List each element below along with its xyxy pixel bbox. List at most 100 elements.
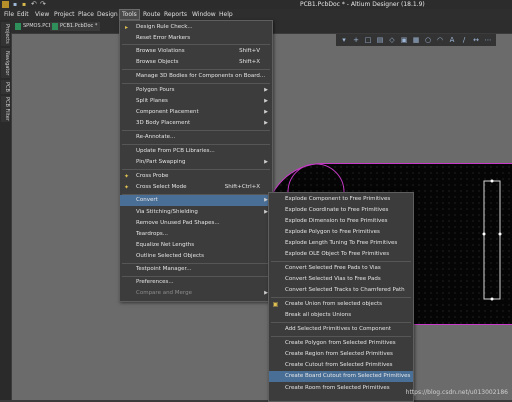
- menu-item-equalize-net-lengths[interactable]: Equalize Net Lengths: [120, 240, 272, 251]
- menu-item-via-stitching-shielding[interactable]: Via Stitching/Shielding ▶: [120, 207, 272, 218]
- active-bar-toolbar: ▾ + □ ▤ ◇ ▣ ▦ ○ ◠ A / ↔ ⋯: [336, 34, 496, 46]
- menu-file[interactable]: File: [2, 10, 16, 19]
- submenu-item-explode-polygon[interactable]: Explode Polygon to Free Primitives: [269, 227, 413, 238]
- menu-item-update-from-pcb-libraries[interactable]: Update From PCB Libraries...: [120, 146, 272, 157]
- menu-separator: [271, 336, 411, 337]
- dimension-icon[interactable]: ↔: [472, 36, 480, 44]
- menu-item-cross-probe[interactable]: ✦ Cross Probe: [120, 171, 272, 182]
- menu-item-re-annotate[interactable]: Re-Annotate...: [120, 132, 272, 143]
- pcb-file-icon: [15, 23, 21, 30]
- submenu-item-pads-to-vias[interactable]: Convert Selected Free Pads to Vias: [269, 263, 413, 274]
- menu-window[interactable]: Window: [190, 10, 218, 19]
- submenu-arrow-icon: ▶: [264, 159, 268, 165]
- open-icon[interactable]: ▪: [22, 1, 26, 8]
- submenu-arrow-icon: ▶: [264, 109, 268, 115]
- redo-icon[interactable]: ↷: [40, 0, 46, 8]
- menu-item-reset-error-markers[interactable]: Reset Error Markers: [120, 33, 272, 44]
- menu-separator: [122, 69, 270, 70]
- menu-item-testpoint-manager[interactable]: Testpoint Manager...: [120, 264, 272, 275]
- menu-separator: [271, 297, 411, 298]
- submenu-item-create-board-cutout[interactable]: Create Board Cutout from Selected Primit…: [269, 371, 413, 382]
- more-icon[interactable]: ⋯: [484, 36, 492, 44]
- select-icon[interactable]: □: [364, 36, 372, 44]
- menu-item-cross-select-mode[interactable]: ✦ Cross Select Mode Shift+Ctrl+X: [120, 182, 272, 193]
- menu-help[interactable]: Help: [217, 10, 235, 19]
- rule-check-icon: ▸: [124, 24, 128, 31]
- title-bar: ▪ ▪ ↶ ↷ PCB1.PcbDoc * - Altium Designer …: [0, 0, 512, 9]
- pour-icon[interactable]: ▦: [412, 36, 420, 44]
- filter-icon[interactable]: ▾: [340, 36, 348, 44]
- menu-separator: [271, 322, 411, 323]
- menu-item-compare-and-merge[interactable]: Compare and Merge ▶: [120, 288, 272, 299]
- submenu-item-create-region[interactable]: Create Region from Selected Primitives: [269, 349, 413, 360]
- tab-label: SPMOS.PCB: [23, 23, 53, 29]
- panel-tab-projects[interactable]: Projects: [1, 22, 10, 46]
- cross-probe-icon: ✦: [123, 173, 130, 180]
- left-panel: Projects Navigator PCB PCB Filter: [0, 20, 11, 400]
- menu-edit[interactable]: Edit: [15, 10, 31, 19]
- submenu-arrow-icon: ▶: [264, 87, 268, 93]
- submenu-item-tracks-to-chamfered-path[interactable]: Convert Selected Tracks to Chamfered Pat…: [269, 285, 413, 296]
- submenu-item-explode-ole-object[interactable]: Explode OLE Object To Free Primitives: [269, 249, 413, 260]
- submenu-item-add-primitives-to-component[interactable]: Add Selected Primitives to Component: [269, 324, 413, 335]
- text-icon[interactable]: A: [448, 36, 456, 44]
- align-icon[interactable]: ▤: [376, 36, 384, 44]
- menu-place[interactable]: Place: [76, 10, 96, 19]
- panel-tab-pcb-filter[interactable]: PCB Filter: [1, 96, 10, 122]
- menu-route[interactable]: Route: [141, 10, 162, 19]
- tools-menu: ▸ Design Rule Check... Reset Error Marke…: [119, 20, 273, 302]
- component-icon[interactable]: ▣: [400, 36, 408, 44]
- menu-item-convert[interactable]: Convert ▶: [120, 195, 272, 206]
- menu-project[interactable]: Project: [52, 10, 77, 19]
- menu-item-manage-3d-bodies[interactable]: Manage 3D Bodies for Components on Board…: [120, 71, 272, 82]
- panel-tab-navigator[interactable]: Navigator: [1, 48, 10, 78]
- via-icon[interactable]: ○: [424, 36, 432, 44]
- menu-design[interactable]: Design: [95, 10, 120, 19]
- submenu-item-create-cutout[interactable]: Create Cutout from Selected Primitives: [269, 360, 413, 371]
- submenu-item-explode-coordinate[interactable]: Explode Coordinate to Free Primitives: [269, 205, 413, 216]
- submenu-item-explode-dimension[interactable]: Explode Dimension to Free Primitives: [269, 216, 413, 227]
- menu-separator: [122, 144, 270, 145]
- pcb-file-icon: [52, 23, 58, 30]
- undo-icon[interactable]: ↶: [31, 0, 37, 8]
- menu-separator: [122, 44, 270, 45]
- submenu-item-create-polygon[interactable]: Create Polygon from Selected Primitives: [269, 338, 413, 349]
- panel-tab-pcb[interactable]: PCB: [1, 80, 10, 94]
- route-icon[interactable]: +: [352, 36, 360, 44]
- cross-select-icon: ✦: [123, 184, 130, 191]
- menu-item-browse-objects[interactable]: Browse Objects Shift+X: [120, 57, 272, 68]
- arc-icon[interactable]: ◠: [436, 36, 444, 44]
- submenu-item-explode-component[interactable]: Explode Component to Free Primitives: [269, 194, 413, 205]
- tab-pcb1-pcbdoc[interactable]: PCB1.PcbDoc *: [50, 22, 101, 31]
- menu-item-3d-body-placement[interactable]: 3D Body Placement ▶: [120, 118, 272, 129]
- menu-item-outline-selected-objects[interactable]: Outline Selected Objects: [120, 251, 272, 262]
- menu-tools[interactable]: Tools: [119, 9, 140, 20]
- tab-spmos-pcb[interactable]: SPMOS.PCB: [13, 22, 55, 31]
- submenu-arrow-icon: ▶: [264, 98, 268, 104]
- submenu-item-create-union[interactable]: ▣ Create Union from selected objects: [269, 299, 413, 310]
- menu-separator: [122, 130, 270, 131]
- submenu-item-vias-to-pads[interactable]: Convert Selected Vias to Free Pads: [269, 274, 413, 285]
- menu-view[interactable]: View: [33, 10, 51, 19]
- submenu-item-create-room[interactable]: Create Room from Selected Primitives: [269, 383, 413, 394]
- save-icon[interactable]: ▪: [13, 1, 17, 8]
- menu-reports[interactable]: Reports: [162, 10, 189, 19]
- menu-item-remove-unused-pad-shapes[interactable]: Remove Unused Pad Shapes...: [120, 218, 272, 229]
- menu-item-polygon-pours[interactable]: Polygon Pours ▶: [120, 85, 272, 96]
- watermark: https://blog.csdn.net/u013002186: [405, 389, 508, 396]
- window-title: PCB1.PcbDoc * - Altium Designer (18.1.9): [300, 1, 425, 8]
- menu-item-browse-violations[interactable]: Browse Violations Shift+V: [120, 46, 272, 57]
- app-icon[interactable]: [2, 1, 9, 8]
- menu-bar: File Edit View Project Place Design Tool…: [0, 9, 512, 20]
- menu-item-component-placement[interactable]: Component Placement ▶: [120, 107, 272, 118]
- submenu-item-explode-length-tuning[interactable]: Explode Length Tuning To Free Primitives: [269, 238, 413, 249]
- menu-item-pin-part-swapping[interactable]: Pin/Part Swapping ▶: [120, 157, 272, 168]
- menu-separator: [271, 261, 411, 262]
- submenu-item-break-unions[interactable]: Break all objects Unions: [269, 310, 413, 321]
- menu-item-split-planes[interactable]: Split Planes ▶: [120, 96, 272, 107]
- menu-item-teardrops[interactable]: Teardrops...: [120, 229, 272, 240]
- menu-item-design-rule-check[interactable]: ▸ Design Rule Check...: [120, 22, 272, 33]
- menu-item-preferences[interactable]: Preferences...: [120, 277, 272, 288]
- line-icon[interactable]: /: [460, 36, 468, 44]
- place-icon[interactable]: ◇: [388, 36, 396, 44]
